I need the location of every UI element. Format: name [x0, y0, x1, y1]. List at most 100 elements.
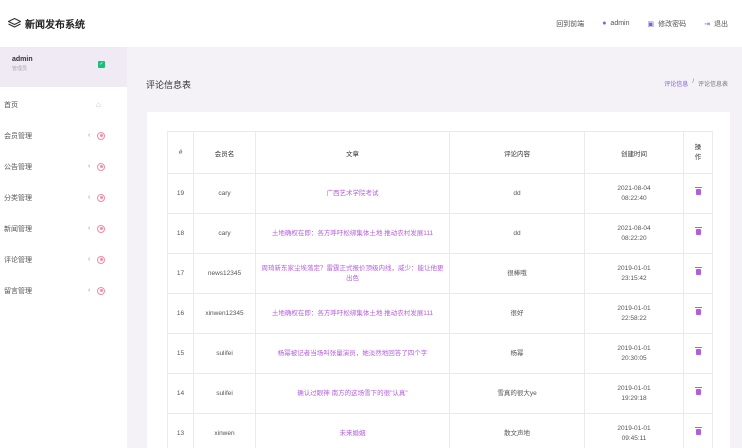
- delete-icon[interactable]: [694, 226, 702, 235]
- row-article-link[interactable]: 确认过眼神 南方的这场雪下的很"认真": [255, 373, 450, 414]
- sidebar-item-home[interactable]: 首页 ⌂: [0, 89, 127, 120]
- home-link[interactable]: 回到前端: [556, 19, 584, 29]
- brand[interactable]: 新闻发布系统: [0, 16, 128, 31]
- column-header: 会员名: [193, 131, 256, 174]
- delete-icon[interactable]: [694, 186, 702, 195]
- table-header-row: # 会员名 文章 评论内容 创建时间 操作: [167, 131, 713, 174]
- row-time: 23:15:42: [621, 274, 647, 282]
- row-content: 很好: [449, 293, 585, 334]
- row-created: 2021-08-04 08:22:20: [584, 213, 684, 254]
- row-user: news12345: [193, 253, 256, 294]
- row-time: 20:30:05: [621, 354, 647, 362]
- row-id: 16: [167, 293, 194, 334]
- table-row: 18 cary 土地确权在即：各方呼吁松绑集体土地 推动农村发展111 dd 2…: [167, 213, 713, 254]
- sidebar-item-comments[interactable]: 评论管理 ‹: [0, 244, 127, 275]
- sidebar-item-messages[interactable]: 留言管理 ‹: [0, 275, 127, 306]
- delete-icon[interactable]: [694, 386, 702, 395]
- sidebar-item-label: 首页: [4, 101, 18, 109]
- sidebar-item-notices[interactable]: 公告管理 ‹: [0, 151, 127, 182]
- row-id: 18: [167, 213, 194, 254]
- row-id: 17: [167, 253, 194, 294]
- breadcrumb-separator: /: [692, 79, 694, 85]
- row-created: 2019-01-01 23:15:42: [584, 253, 684, 294]
- delete-icon[interactable]: [694, 266, 702, 275]
- chevron-left-icon: ‹: [88, 256, 91, 263]
- chevron-left-icon: ‹: [88, 194, 91, 201]
- home-icon: ⌂: [96, 100, 101, 109]
- delete-icon[interactable]: [694, 306, 702, 315]
- row-content: 散文声地: [449, 413, 585, 448]
- circle-dot-icon: [97, 131, 105, 140]
- circle-dot-icon: [97, 255, 105, 264]
- row-date: 2021-08-04: [617, 184, 651, 192]
- sidebar-user: admin 管理员 ✓: [0, 47, 127, 87]
- logo-icon: [8, 18, 21, 28]
- row-actions: [683, 213, 713, 254]
- row-date: 2021-08-04: [617, 224, 651, 232]
- sidebar-user-role: 管理员: [12, 66, 28, 72]
- row-user: sulifei: [193, 333, 256, 374]
- table-row: 14 sulifei 确认过眼神 南方的这场雪下的很"认真" 雪真的很大ye 2…: [167, 373, 713, 414]
- table-row: 17 news12345 周琦新东家尘埃落定？雷霆正式报价顶级内线，威少：能让他…: [167, 253, 713, 294]
- table-row: 16 xinwen12345 土地确权在即：各方呼吁松绑集体土地 推动农村发展1…: [167, 293, 713, 334]
- breadcrumb-current: 评论信息表: [697, 82, 728, 88]
- row-date: 2019-01-01: [617, 424, 651, 432]
- table-row: 19 cary 广西艺术学院考试 dd 2021-08-04 08:22:40: [167, 173, 713, 214]
- row-date: 2019-01-01: [617, 344, 651, 352]
- circle-dot-icon: [97, 224, 105, 233]
- sidebar-item-label: 公告管理: [4, 163, 32, 171]
- row-user: xinwen: [193, 413, 256, 448]
- row-user: cary: [193, 173, 256, 214]
- table-row: 13 xinwen 未来婚姻 散文声地 2019-01-01 09:45:11: [167, 413, 713, 448]
- sidebar-item-label: 会员管理: [4, 132, 32, 140]
- row-time: 09:45:11: [621, 434, 647, 442]
- main-content: 评论信息表 评论信息 / 评论信息表 # 会员名 文章 评论内容 创建时间 操作…: [127, 47, 742, 448]
- change-password-link[interactable]: ▣ 修改密码: [648, 19, 687, 29]
- logout-link[interactable]: ⇥ 退出: [704, 19, 728, 29]
- circle-dot-icon: [97, 162, 105, 171]
- breadcrumb-parent[interactable]: 评论信息: [664, 79, 688, 88]
- row-user: cary: [193, 213, 256, 254]
- top-bar: 新闻发布系统 回到前端 ● admin ▣ 修改密码 ⇥ 退出: [0, 0, 742, 47]
- sidebar-item-categories[interactable]: 分类管理 ‹: [0, 182, 127, 213]
- delete-icon[interactable]: [694, 426, 702, 435]
- row-date: 2019-01-01: [617, 304, 651, 312]
- circle-dot-icon: [97, 193, 105, 202]
- page-title: 评论信息表: [146, 80, 192, 90]
- user-menu[interactable]: ● admin: [602, 20, 629, 27]
- online-status-icon: ✓: [98, 61, 105, 68]
- row-id: 19: [167, 173, 194, 214]
- table-row: 15 sulifei 杨幂被记者当场叫张量演员，她淡然地回答了四个字 杨幂 20…: [167, 333, 713, 374]
- row-user: sulifei: [193, 373, 256, 414]
- column-header: 文章: [255, 131, 450, 174]
- row-article-link[interactable]: 广西艺术学院考试: [255, 173, 450, 214]
- row-id: 13: [167, 413, 194, 448]
- comments-table: # 会员名 文章 评论内容 创建时间 操作 19 cary 广西艺术学院考试 d…: [167, 131, 713, 448]
- row-actions: [683, 293, 713, 334]
- breadcrumb: 评论信息 / 评论信息表: [664, 79, 728, 88]
- row-content: dd: [449, 213, 585, 254]
- table-card: # 会员名 文章 评论内容 创建时间 操作 19 cary 广西艺术学院考试 d…: [147, 112, 730, 448]
- logout-label: 退出: [714, 20, 728, 28]
- row-created: 2021-08-04 08:22:40: [584, 173, 684, 214]
- chevron-left-icon: ‹: [88, 163, 91, 170]
- sidebar-item-news[interactable]: 新闻管理 ‹: [0, 213, 127, 244]
- row-time: 22:58:22: [621, 314, 647, 322]
- sidebar-item-members[interactable]: 会员管理 ‹: [0, 120, 127, 151]
- row-content: dd: [449, 173, 585, 214]
- column-header: #: [167, 131, 194, 174]
- row-actions: [683, 373, 713, 414]
- row-actions: [683, 253, 713, 294]
- row-article-link[interactable]: 土地确权在即：各方呼吁松绑集体土地 推动农村发展111: [255, 293, 450, 334]
- row-article-link[interactable]: 杨幂被记者当场叫张量演员，她淡然地回答了四个字: [255, 333, 450, 374]
- row-article-link[interactable]: 周琦新东家尘埃落定？雷霆正式报价顶级内线，威少：能让他更出色: [255, 253, 450, 294]
- row-article-link[interactable]: 未来婚姻: [255, 413, 450, 448]
- delete-icon[interactable]: [694, 346, 702, 355]
- row-actions: [683, 413, 713, 448]
- sidebar-item-label: 留言管理: [4, 287, 32, 295]
- row-article-link[interactable]: 土地确权在即：各方呼吁松绑集体土地 推动农村发展111: [255, 213, 450, 254]
- chevron-left-icon: ‹: [88, 287, 91, 294]
- row-content: 雪真的很大ye: [449, 373, 585, 414]
- row-created: 2019-01-01 19:29:18: [584, 373, 684, 414]
- app-title: 新闻发布系统: [25, 20, 85, 31]
